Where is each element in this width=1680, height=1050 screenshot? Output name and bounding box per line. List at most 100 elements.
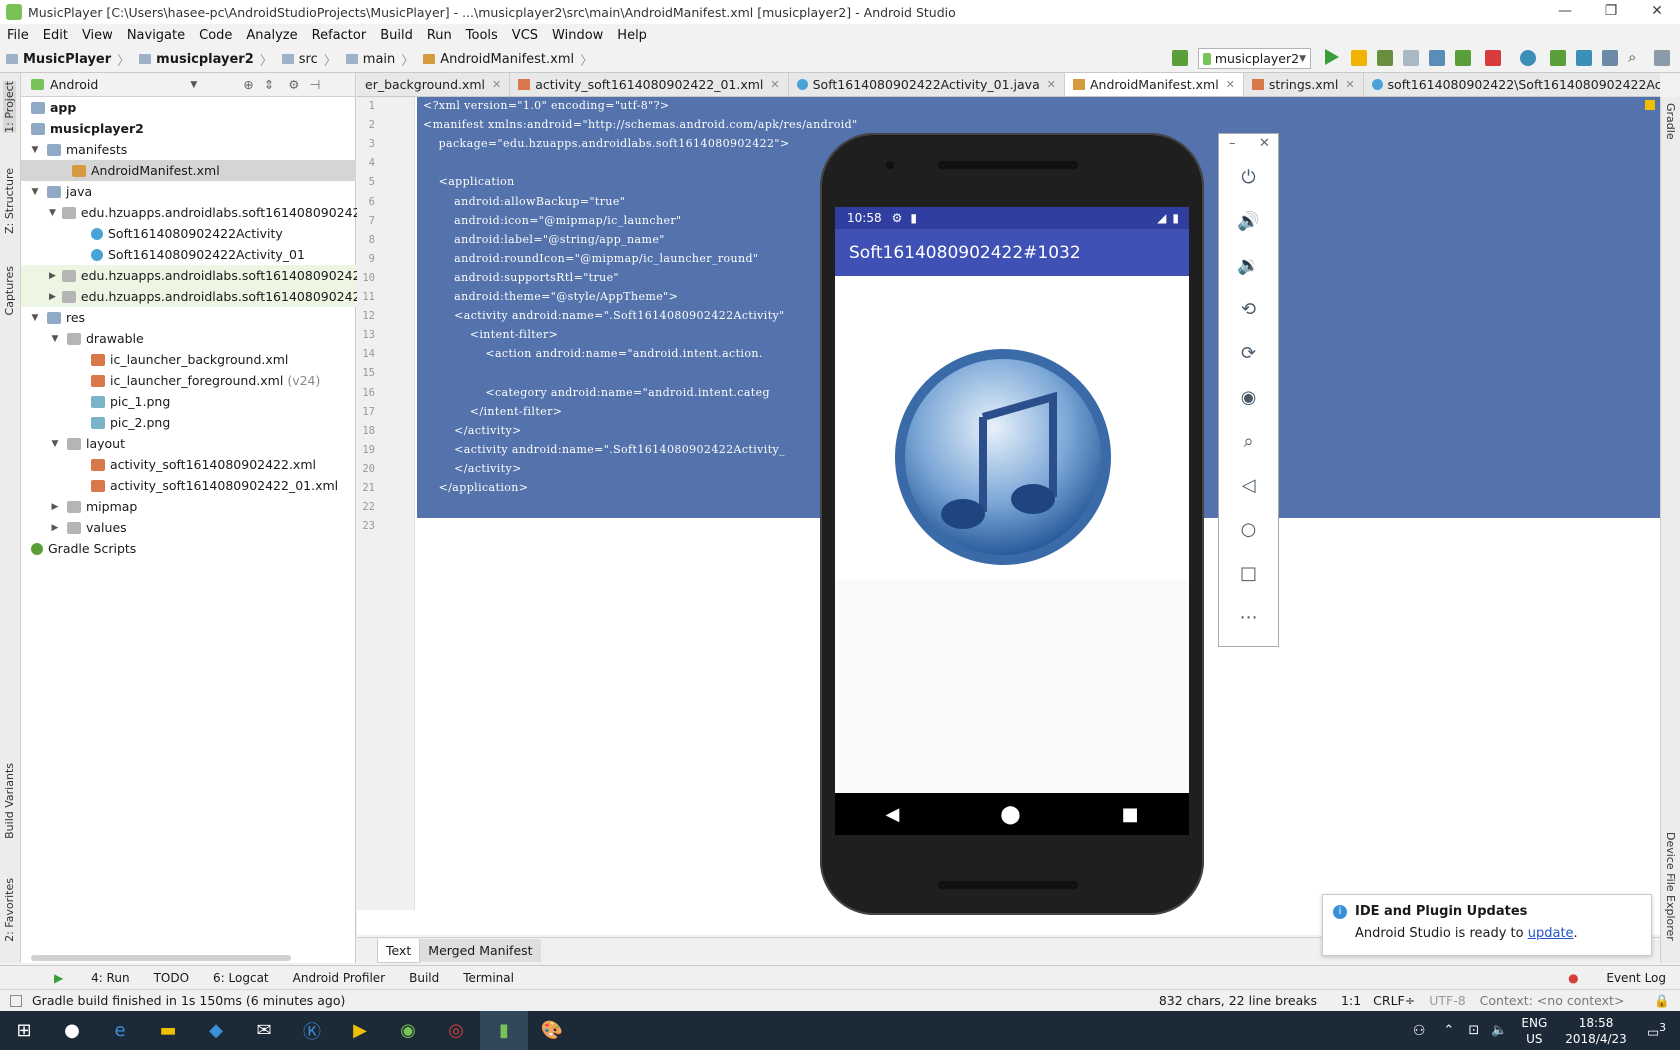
menu-file[interactable]: File xyxy=(0,28,36,43)
horizontal-scrollbar[interactable] xyxy=(31,955,291,961)
project-view-select[interactable]: Android xyxy=(50,77,98,92)
sync-icon[interactable] xyxy=(1520,50,1536,66)
profile-icon[interactable] xyxy=(1429,50,1445,66)
breadcrumb-file[interactable]: AndroidManifest.xml xyxy=(417,52,577,67)
k-app-icon[interactable]: Ⓚ xyxy=(288,1011,336,1050)
sdk-manager-icon[interactable] xyxy=(1576,50,1592,66)
search-icon[interactable]: ⌕ xyxy=(1628,48,1636,66)
menu-build[interactable]: Build xyxy=(373,28,420,43)
chevron-right-icon[interactable]: ▶ xyxy=(49,502,61,512)
zoom-icon[interactable]: ⌕ xyxy=(1219,431,1278,452)
structure-tool-button[interactable]: Z: Structure xyxy=(3,168,16,234)
tree-item-gradle-scripts[interactable]: Gradle Scripts xyxy=(21,538,356,559)
menu-tools[interactable]: Tools xyxy=(459,28,505,43)
menu-edit[interactable]: Edit xyxy=(36,28,75,43)
menu-refactor[interactable]: Refactor xyxy=(305,28,374,43)
people-icon[interactable]: ⚇ xyxy=(1413,1023,1426,1039)
tab-strings-xml[interactable]: strings.xml ✕ xyxy=(1244,73,1364,96)
help-icon[interactable] xyxy=(1654,50,1670,66)
target-icon[interactable]: ⊕ xyxy=(243,77,253,92)
tree-item-package[interactable]: ▶ edu.hzuapps.androidlabs.soft16140809024… xyxy=(21,265,368,286)
explorer-icon[interactable]: ▬ xyxy=(144,1011,192,1050)
attach-debugger-icon[interactable] xyxy=(1455,50,1471,66)
maximize-button[interactable]: ❐ xyxy=(1588,0,1634,24)
gradle-tool-button[interactable]: Gradle xyxy=(1664,103,1677,140)
power-icon[interactable]: ⏻ xyxy=(1219,167,1278,188)
apply-changes-icon[interactable] xyxy=(1351,50,1367,66)
close-icon[interactable]: ✕ xyxy=(1226,78,1235,91)
tab-layout-xml[interactable]: activity_soft1614080902422_01.xml ✕ xyxy=(510,73,789,96)
emulator-taskbar-icon[interactable]: ▮ xyxy=(480,1011,528,1050)
breadcrumb-main[interactable]: main xyxy=(340,52,398,67)
android-studio-icon[interactable]: ◉ xyxy=(384,1011,432,1050)
menu-view[interactable]: View xyxy=(75,28,120,43)
toggle-tool-windows-icon[interactable] xyxy=(10,994,22,1007)
rotate-right-icon[interactable]: ⟳ xyxy=(1219,343,1278,364)
lock-icon[interactable]: 🔒 xyxy=(1654,993,1670,1009)
avd-manager-icon[interactable] xyxy=(1550,50,1566,66)
nav-back-button[interactable]: ◀ xyxy=(885,804,899,825)
event-log-button[interactable]: ● Event Log xyxy=(1544,971,1666,985)
media-icon[interactable]: ▶ xyxy=(336,1011,384,1050)
menu-vcs[interactable]: VCS xyxy=(505,28,545,43)
breadcrumb-module[interactable]: musicplayer2 xyxy=(133,52,257,67)
build-tool-button[interactable]: Build xyxy=(409,971,439,985)
volume-icon[interactable]: 🔈 xyxy=(1491,1023,1507,1038)
nav-home-button[interactable]: ⬤ xyxy=(1000,804,1020,825)
chevron-right-icon[interactable]: ▶ xyxy=(49,292,56,302)
camera-icon[interactable]: ◉ xyxy=(1219,387,1278,408)
tree-item-drawable[interactable]: ▼ drawable xyxy=(21,328,356,349)
app-icon[interactable]: ◆ xyxy=(192,1011,240,1050)
profiler-tool-button[interactable]: Android Profiler xyxy=(293,971,385,985)
overview-icon[interactable]: □ xyxy=(1219,563,1278,584)
home-icon[interactable]: ○ xyxy=(1219,519,1278,540)
chrome-icon[interactable]: ◎ xyxy=(432,1011,480,1050)
tree-item-mipmap[interactable]: ▶ mipmap xyxy=(21,496,356,517)
tree-item-musicplayer2[interactable]: musicplayer2 xyxy=(21,118,356,139)
chevron-down-icon[interactable]: ▼ xyxy=(49,439,61,449)
chevron-down-icon[interactable]: ▼ xyxy=(49,208,56,218)
menu-window[interactable]: Window xyxy=(545,28,610,43)
volume-up-icon[interactable]: 🔊 xyxy=(1219,211,1278,232)
tree-item-res[interactable]: ▼ res xyxy=(21,307,356,328)
project-tool-button[interactable]: 1: Project xyxy=(3,81,16,133)
hide-icon[interactable]: ⊣ xyxy=(309,77,320,92)
tab-activity-java[interactable]: Soft1614080902422Activity_01.java ✕ xyxy=(789,73,1065,96)
tab-main-activity-java[interactable]: soft1614080902422\Soft1614080902422Activ… xyxy=(1364,73,1660,96)
tree-item-file[interactable]: ic_launcher_background.xml xyxy=(21,349,356,370)
tree-item-file[interactable]: pic_1.png xyxy=(21,391,356,412)
update-notification[interactable]: i IDE and Plugin Updates Android Studio … xyxy=(1322,894,1652,956)
tree-item-manifests[interactable]: ▼ manifests xyxy=(21,139,356,160)
back-icon[interactable]: ◁ xyxy=(1219,475,1278,496)
more-icon[interactable]: ⋯ xyxy=(1219,607,1278,628)
chevron-down-icon[interactable]: ▼ xyxy=(49,334,61,344)
tab-merged-manifest[interactable]: Merged Manifest xyxy=(420,939,541,962)
stop-icon[interactable] xyxy=(1485,50,1501,66)
gear-icon[interactable]: ⚙ xyxy=(288,77,299,92)
captures-tool-button[interactable]: Captures xyxy=(3,266,16,315)
build-variants-tool-button[interactable]: Build Variants xyxy=(3,763,16,839)
warning-marker[interactable] xyxy=(1645,100,1655,110)
clock[interactable]: 18:58 2018/4/23 xyxy=(1565,1015,1627,1047)
chevron-down-icon[interactable]: ▼ xyxy=(190,80,197,90)
nav-overview-button[interactable]: ■ xyxy=(1121,804,1138,825)
terminal-tool-button[interactable]: Terminal xyxy=(463,971,514,985)
rotate-left-icon[interactable]: ⟲ xyxy=(1219,299,1278,320)
update-link[interactable]: update xyxy=(1528,926,1574,941)
chevron-down-icon[interactable]: ▼ xyxy=(29,187,41,197)
tree-item-layout[interactable]: ▼ layout xyxy=(21,433,356,454)
menu-run[interactable]: Run xyxy=(420,28,459,43)
tree-item-java[interactable]: ▼ java xyxy=(21,181,356,202)
tree-item-values[interactable]: ▶ values xyxy=(21,517,356,538)
tray-chevron-icon[interactable]: ⌃ xyxy=(1443,1023,1454,1038)
collapse-icon[interactable]: ⇕ xyxy=(264,77,274,92)
breadcrumb-src[interactable]: src xyxy=(276,52,321,67)
language-indicator[interactable]: ENG US xyxy=(1521,1015,1547,1047)
menu-help[interactable]: Help xyxy=(610,28,654,43)
todo-tool-button[interactable]: TODO xyxy=(154,971,189,985)
close-icon[interactable]: ✕ xyxy=(770,78,779,91)
tree-item-file[interactable]: activity_soft1614080902422_01.xml xyxy=(21,475,356,496)
tree-item-file[interactable]: pic_2.png xyxy=(21,412,356,433)
network-icon[interactable]: ⊡ xyxy=(1468,1023,1479,1038)
debug-icon[interactable] xyxy=(1377,50,1393,66)
